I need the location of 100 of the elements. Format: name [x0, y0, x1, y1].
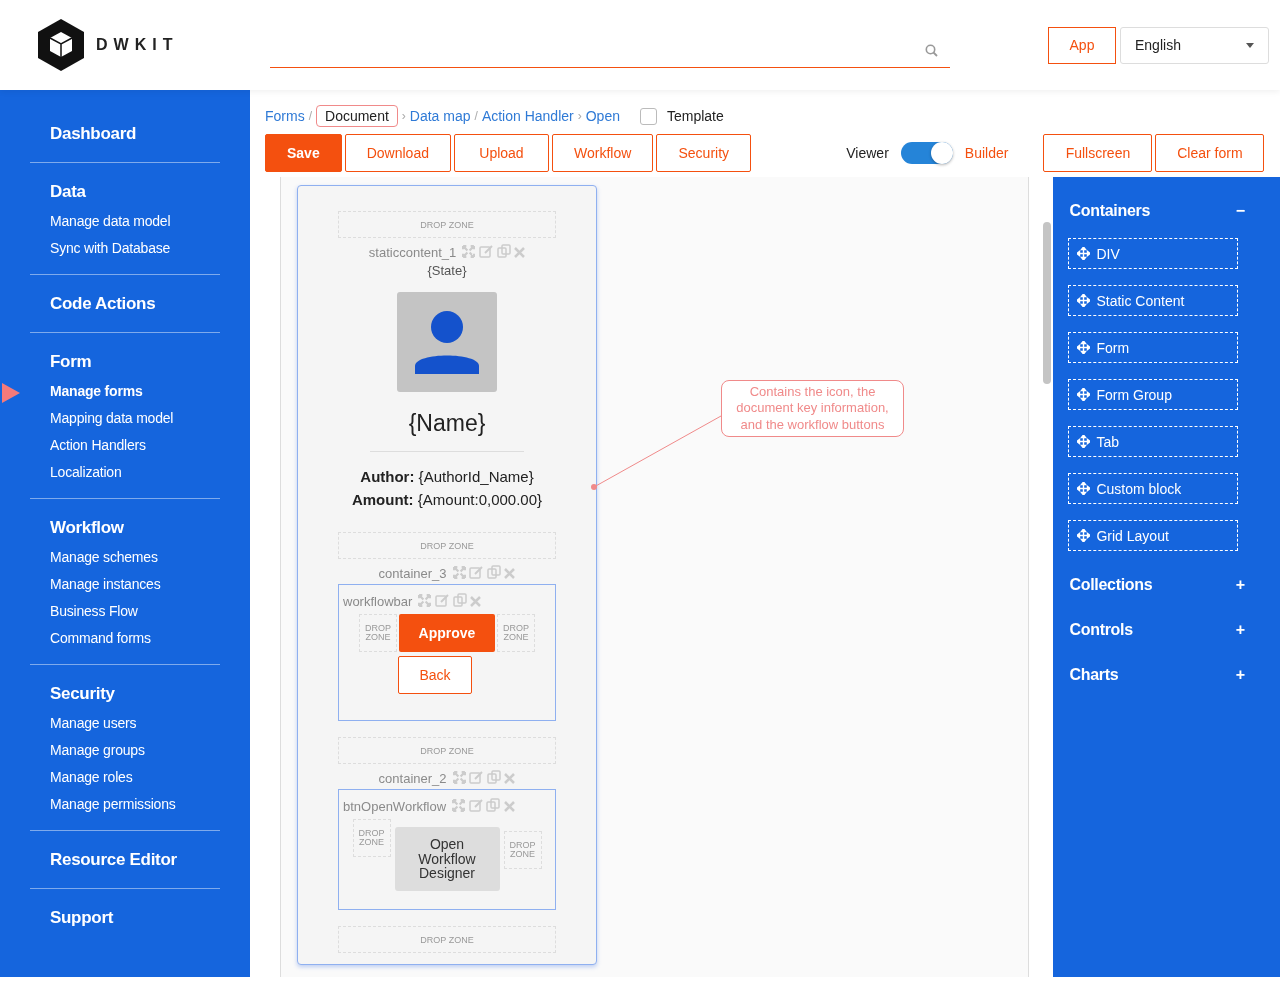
palette-item[interactable]: Custom block: [1068, 473, 1239, 504]
back-button[interactable]: Back: [398, 656, 472, 694]
avatar-icon: [397, 292, 497, 392]
nav-item[interactable]: Localization: [30, 459, 220, 486]
nav-item[interactable]: Manage instances: [30, 571, 220, 598]
nav-item[interactable]: Manage schemes: [30, 544, 220, 571]
edit-icon[interactable]: [469, 566, 484, 579]
close-icon[interactable]: [470, 596, 482, 607]
nav-item[interactable]: Action Handlers: [30, 432, 220, 459]
drop-zone: DROP ZONE: [503, 831, 542, 869]
nav-section-title[interactable]: Security: [30, 678, 220, 710]
toolbar-button[interactable]: Clear form: [1155, 134, 1265, 172]
expand-toggle[interactable]: +: [1235, 621, 1245, 639]
checkbox-label: Template: [666, 108, 724, 124]
expand-toggle[interactable]: +: [1235, 666, 1245, 684]
palette-item[interactable]: Tab: [1068, 426, 1239, 457]
palette-item[interactable]: Grid Layout: [1068, 520, 1239, 551]
breadcrumb-link[interactable]: Document: [316, 105, 398, 127]
language-select[interactable]: English: [1120, 26, 1269, 64]
palette-section-title[interactable]: Charts: [1069, 666, 1119, 684]
drop-zone: DROP ZONE: [338, 926, 556, 953]
nav-item[interactable]: Manage data model: [30, 208, 220, 235]
toolbar-button[interactable]: Download: [344, 134, 451, 172]
palette-section-title[interactable]: Controls: [1069, 621, 1133, 639]
toolbar-button[interactable]: Workflow: [551, 134, 654, 172]
nav-item[interactable]: Mapping data model: [30, 405, 220, 432]
close-icon[interactable]: [503, 801, 515, 812]
breadcrumb-separator: /: [474, 109, 478, 123]
nav-section-title[interactable]: Support: [30, 902, 220, 934]
nav-section-title[interactable]: Data: [30, 176, 220, 208]
breadcrumb-link[interactable]: Forms: [265, 106, 305, 126]
palette-item[interactable]: Static Content: [1068, 285, 1239, 316]
nav-item[interactable]: Manage forms: [30, 378, 220, 405]
move-icon[interactable]: [418, 594, 432, 607]
expand-toggle[interactable]: +: [1235, 576, 1245, 594]
edit-icon[interactable]: [435, 594, 449, 607]
breadcrumb-link[interactable]: Action Handler: [481, 106, 574, 126]
toolbar-button[interactable]: Security: [656, 134, 752, 172]
move-icon[interactable]: [462, 245, 476, 258]
move-icon: [1077, 435, 1091, 448]
close-icon[interactable]: [504, 773, 516, 784]
open-designer-button[interactable]: Open Workflow Designer: [394, 827, 500, 891]
move-icon[interactable]: [452, 771, 466, 784]
expand-toggle[interactable]: −: [1235, 202, 1245, 220]
nav-section-title[interactable]: Resource Editor: [30, 844, 220, 876]
save-button[interactable]: Save: [265, 134, 342, 172]
palette-item[interactable]: Form Group: [1068, 379, 1239, 410]
edit-icon[interactable]: [468, 799, 483, 812]
move-icon[interactable]: [452, 799, 466, 812]
component-label: workflowbar: [343, 594, 413, 609]
breadcrumb-separator: ›: [401, 109, 406, 123]
palette-item[interactable]: DIV: [1068, 238, 1239, 269]
toolbar-button[interactable]: Upload: [453, 134, 549, 172]
move-icon: [1077, 482, 1091, 495]
nav-item[interactable]: Manage permissions: [30, 791, 220, 818]
field-text: Author: {AuthorId_Name}: [360, 468, 534, 485]
close-icon[interactable]: [514, 247, 526, 258]
nav-section-title[interactable]: Workflow: [30, 512, 220, 544]
palette-section-title[interactable]: Containers: [1069, 202, 1151, 220]
nav-section-title[interactable]: Dashboard: [30, 118, 220, 150]
component-label: btnOpenWorkflow: [343, 799, 447, 814]
copy-icon[interactable]: [486, 798, 501, 812]
move-icon[interactable]: [452, 566, 466, 579]
component-label: staticcontent_1: [368, 245, 457, 260]
search-icon[interactable]: [925, 44, 938, 57]
breadcrumb-separator: /: [308, 109, 312, 123]
copy-icon[interactable]: [496, 244, 511, 258]
breadcrumb-link[interactable]: Open: [585, 106, 620, 126]
cube-logo-icon: [38, 19, 84, 71]
name-text: {Name}: [408, 410, 486, 437]
nav-item[interactable]: Command forms: [30, 625, 220, 652]
nav-section-title[interactable]: Code Actions: [30, 288, 220, 320]
edit-icon[interactable]: [469, 771, 484, 784]
nav-item[interactable]: Sync with Database: [30, 235, 220, 262]
mode-toggle[interactable]: [900, 142, 953, 164]
toolbar-button[interactable]: Fullscreen: [1043, 134, 1153, 172]
copy-icon[interactable]: [452, 593, 467, 607]
nav-item[interactable]: Business Flow: [30, 598, 220, 625]
scrollbar-thumb[interactable]: [1042, 222, 1051, 384]
move-icon: [1077, 341, 1091, 354]
caret-icon: [1246, 42, 1254, 48]
edit-icon[interactable]: [478, 245, 493, 258]
palette-section-title[interactable]: Collections: [1069, 576, 1153, 594]
nav-section-title[interactable]: Form: [30, 346, 220, 378]
approve-button[interactable]: Approve: [399, 614, 495, 652]
drop-zone: DROP ZONE: [352, 819, 391, 857]
drop-zone: DROP ZONE: [497, 614, 535, 652]
copy-icon[interactable]: [486, 565, 501, 579]
close-icon[interactable]: [504, 568, 516, 579]
toggle-label: Builder: [964, 145, 1009, 161]
toggle-label: Viewer: [846, 145, 889, 161]
nav-item[interactable]: Manage roles: [30, 764, 220, 791]
template-checkbox[interactable]: [639, 107, 657, 125]
nav-item[interactable]: Manage groups: [30, 737, 220, 764]
nav-item[interactable]: Manage users: [30, 710, 220, 737]
copy-icon[interactable]: [486, 770, 501, 784]
breadcrumb-link[interactable]: Data map: [409, 106, 471, 126]
move-icon: [1077, 388, 1091, 401]
app-button[interactable]: App: [1048, 26, 1116, 64]
palette-item[interactable]: Form: [1068, 332, 1239, 363]
